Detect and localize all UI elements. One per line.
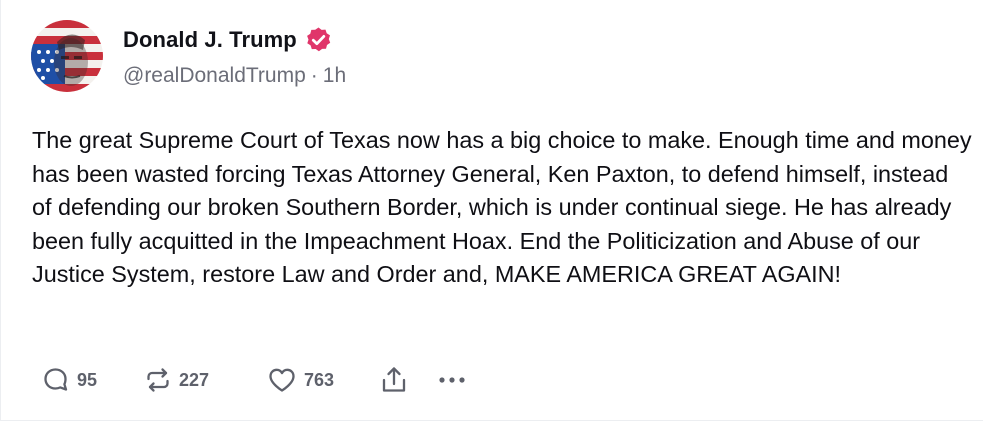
more-icon	[439, 377, 465, 383]
reply-icon	[44, 368, 68, 391]
like-count: 763	[304, 369, 335, 390]
meta-separator: ·	[310, 64, 318, 87]
post-card: Donald J. Trump @realDonaldTrump · 1h Th…	[0, 0, 983, 421]
heart-icon	[269, 368, 295, 392]
display-name[interactable]: Donald J. Trump	[123, 27, 297, 53]
retruth-count: 227	[179, 369, 210, 390]
reply-count: 95	[77, 369, 98, 390]
retruth-button[interactable]: 227	[144, 366, 267, 394]
share-button[interactable]	[380, 365, 438, 395]
reply-button[interactable]: 95	[42, 366, 144, 394]
author-meta: @realDonaldTrump · 1h	[123, 64, 346, 88]
avatar[interactable]	[31, 20, 103, 92]
share-icon	[382, 367, 406, 392]
post-actions: 95 227 763	[42, 360, 478, 400]
post-timestamp[interactable]: 1h	[323, 64, 346, 88]
post-body: The great Supreme Court of Texas now has…	[32, 127, 972, 288]
author-handle[interactable]: @realDonaldTrump	[123, 64, 306, 88]
like-button[interactable]: 763	[267, 366, 380, 394]
verified-badge-icon	[304, 26, 333, 55]
more-options-button[interactable]	[438, 375, 478, 385]
author-name-row: Donald J. Trump	[123, 26, 333, 54]
retruth-icon	[147, 368, 169, 392]
flag-portrait-avatar-icon	[31, 20, 103, 92]
